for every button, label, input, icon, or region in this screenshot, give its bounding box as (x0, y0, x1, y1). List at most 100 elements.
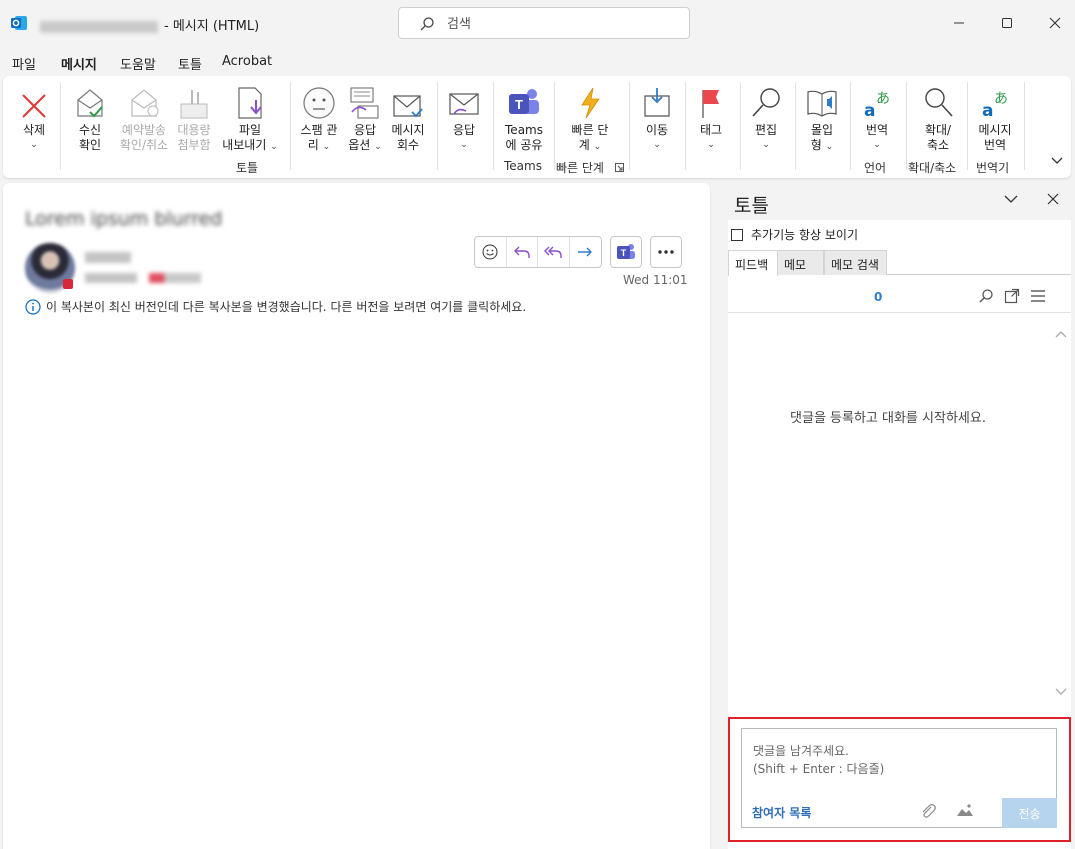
magnifier-icon (752, 88, 780, 117)
scroll-up-chevron-icon[interactable] (1055, 329, 1067, 339)
svg-text:あ: あ (876, 91, 890, 107)
svg-text:a: a (982, 101, 993, 120)
search-icon (420, 17, 434, 31)
menu-bar: 파일 메시지 도움말 토틀 Acrobat (0, 46, 1075, 78)
tab-feedback[interactable]: 피드백 (728, 250, 778, 276)
group-label-quick-steps: 빠른 단계 (556, 161, 604, 175)
translate-button[interactable]: aあ 번역 ⌄ (855, 80, 899, 153)
editing-button[interactable]: 편집 ⌄ (746, 80, 786, 153)
recall-button[interactable]: 메시지 회수 (387, 80, 429, 153)
dialog-launcher-icon[interactable] (615, 163, 624, 172)
teams-icon: T (509, 89, 539, 114)
ribbon-separator (554, 82, 555, 170)
large-attachment-button[interactable]: 대용량 첨부함 (173, 80, 215, 153)
forward-button[interactable] (570, 237, 601, 267)
teams-share-button[interactable]: T Teams 에 공유 (499, 80, 549, 153)
spam-management-button[interactable]: 스팸 관리 ⌄ (294, 80, 344, 155)
search-icon[interactable] (978, 288, 994, 304)
tab-memo[interactable]: 메모 (777, 250, 824, 275)
smiley-icon (482, 244, 498, 260)
svg-text:T: T (515, 97, 523, 112)
reply-options-icon (350, 87, 379, 119)
file-export-button[interactable]: 파일 내보내기 ⌄ (218, 80, 282, 155)
minimize-button[interactable] (937, 8, 981, 38)
lightning-icon (581, 87, 600, 119)
menu-tab-file[interactable]: 파일 (12, 54, 36, 73)
svg-text:あ: あ (994, 91, 1008, 107)
reading-pane: Lorem ipsum blurred T Wed 11:01 이 복사본이 최… (3, 183, 710, 849)
pane-options-chevron-icon[interactable] (1004, 193, 1018, 205)
ribbon-expand-chevron-icon[interactable] (1051, 156, 1063, 166)
message-translate-button[interactable]: aあ 메시지 번역 (971, 80, 1019, 153)
menu-tab-message[interactable]: 메시지 (61, 54, 97, 78)
search-input[interactable] (447, 14, 677, 34)
translate-icon: aあ (864, 91, 890, 120)
comment-placeholder[interactable]: 댓글을 남겨주세요. (753, 742, 849, 759)
immersive-reader-button[interactable]: 몰입 형 ⌄ (800, 80, 844, 155)
menu-tab-help[interactable]: 도움말 (120, 54, 156, 73)
reply-options-button[interactable]: 응답 옵션 ⌄ (343, 80, 387, 155)
version-info-bar[interactable]: 이 복사본이 최신 버전인데 다른 복사본을 변경했습니다. 다른 버전을 보려… (25, 298, 526, 315)
envelope-recall-icon (393, 95, 423, 118)
always-show-label: 추가기능 항상 보이기 (751, 228, 858, 242)
menu-icon[interactable] (1030, 288, 1046, 304)
more-dots-icon (658, 250, 674, 254)
reply-button[interactable] (507, 237, 538, 267)
maximize-icon (1002, 18, 1012, 28)
book-audio-icon (807, 90, 837, 117)
ribbon-separator (850, 82, 851, 170)
ribbon: 삭제 ⌄ 수신 확인 예약발송 확인/취소 대용량 첨부함 파일 내보내기 ⌄ 스팸 관리… (3, 76, 1071, 178)
quick-steps-button[interactable]: 빠른 단계 ⌄ (565, 80, 615, 155)
more-actions-button[interactable] (650, 236, 682, 268)
reply-icon (513, 246, 530, 258)
respond-button[interactable]: 응답 ⌄ (443, 80, 485, 153)
participants-link[interactable]: 참여자 목록 (752, 804, 811, 821)
version-info-text[interactable]: 이 복사본이 최신 버전인데 다른 복사본을 변경했습니다. 다른 버전을 보려… (46, 298, 526, 315)
image-icon[interactable] (956, 803, 974, 817)
send-button[interactable]: 전송 (1002, 798, 1057, 828)
scroll-down-chevron-icon[interactable] (1055, 687, 1067, 697)
flag-icon (702, 90, 719, 118)
group-label-teams: Teams (504, 159, 542, 173)
popout-icon[interactable] (1004, 288, 1020, 304)
tab-memo-search[interactable]: 메모 검색 (824, 250, 887, 275)
tags-button[interactable]: 태그 ⌄ (691, 80, 731, 153)
move-button[interactable]: 이동 ⌄ (635, 80, 679, 153)
zoom-button[interactable]: 확대/축소 (914, 80, 962, 153)
search-box[interactable] (398, 7, 690, 39)
close-window-button[interactable] (1033, 8, 1075, 38)
schedule-cancel-button[interactable]: 예약발송 확인/취소 (115, 80, 173, 153)
paperclip-icon[interactable] (920, 803, 936, 819)
ribbon-separator (795, 82, 796, 170)
always-show-checkbox[interactable] (731, 228, 743, 241)
read-receipt-button[interactable]: 수신 확인 (68, 80, 112, 153)
always-show-checkbox-row[interactable]: 추가기능 항상 보이기 (731, 226, 858, 243)
reply-all-button[interactable] (538, 237, 570, 267)
envelope-check-icon (77, 89, 103, 118)
menu-tab-totle[interactable]: 토틀 (178, 54, 202, 73)
file-export-icon (238, 87, 262, 119)
smiley-icon (303, 87, 335, 119)
chevron-down-icon: ⌄ (270, 142, 278, 152)
comment-composer[interactable]: 댓글을 남겨주세요. (Shift + Enter : 다음줄) 참여자 목록 … (741, 728, 1057, 828)
emoji-react-button[interactable] (475, 237, 507, 267)
attachment-box-icon (180, 90, 208, 119)
teams-icon: T (617, 244, 635, 259)
chevron-down-icon: ⌄ (593, 142, 602, 152)
chevron-down-icon: ⌄ (653, 140, 661, 150)
group-label-language: 언어 (864, 161, 887, 175)
menu-tab-acrobat[interactable]: Acrobat (222, 54, 272, 69)
chevron-down-icon: ⌄ (707, 140, 715, 150)
delete-button[interactable]: 삭제 ⌄ (16, 80, 52, 153)
chevron-down-icon: ⌄ (873, 140, 881, 150)
pane-close-icon[interactable] (1047, 193, 1059, 205)
svg-text:a: a (864, 101, 875, 120)
teams-share-mail-button[interactable]: T (610, 236, 642, 268)
maximize-button[interactable] (985, 8, 1029, 38)
group-label-zoom: 확대/축소 (908, 161, 957, 175)
comment-placeholder-hint[interactable]: (Shift + Enter : 다음줄) (753, 760, 884, 777)
recipient-blurred (85, 273, 137, 283)
chevron-down-icon: ⌄ (374, 142, 382, 152)
recipient-blurred (149, 273, 201, 283)
close-icon (1049, 17, 1061, 29)
